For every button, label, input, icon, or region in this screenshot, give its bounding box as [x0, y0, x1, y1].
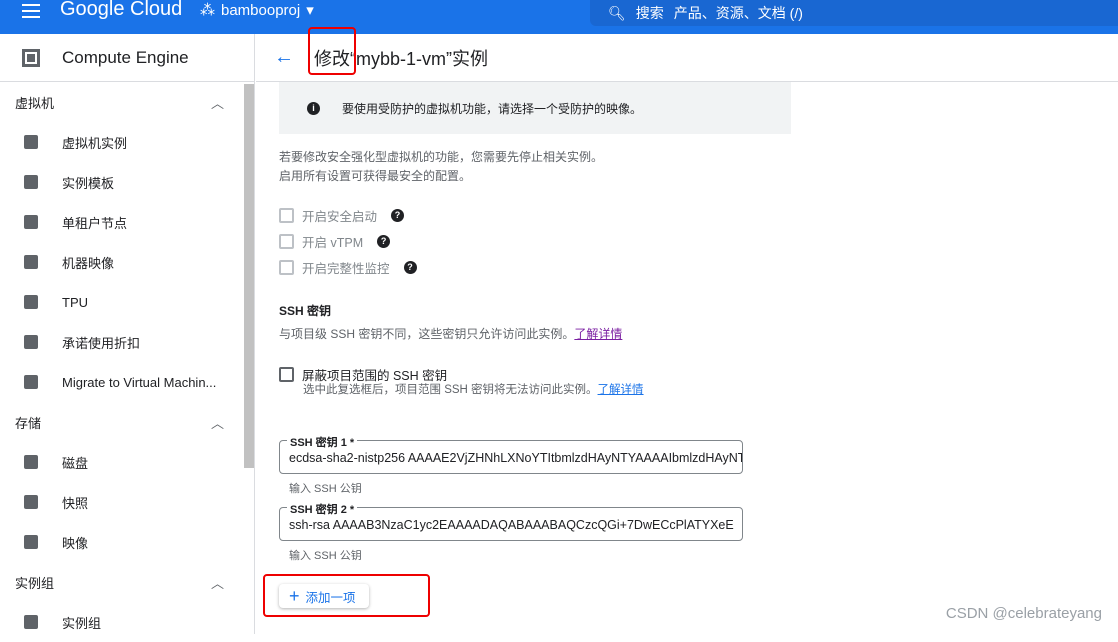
- help-icon[interactable]: ?: [391, 209, 405, 222]
- nav-item-icon: [24, 255, 38, 269]
- sidebar-section[interactable]: 存储 ︿: [0, 402, 254, 442]
- nav-item-icon: [24, 495, 38, 509]
- google-cloud-logo[interactable]: Google Cloud: [60, 0, 182, 21]
- watermark: CSDN @celebrateyang: [945, 605, 1102, 622]
- chevron-up-icon: ︿: [210, 575, 224, 591]
- nav-item-icon: [24, 335, 38, 349]
- nav-item-icon: [24, 615, 38, 629]
- sidebar-item[interactable]: 机器映像: [0, 242, 254, 282]
- nav-item-icon: [24, 375, 38, 389]
- sidebar-item[interactable]: 承诺使用折扣: [0, 322, 254, 362]
- main-content: ← 修改“mybb-1-vm”实例 i 要使用受防护的虚拟机功能，请选择一个受防护的…: [256, 27, 1118, 634]
- project-icon: ⁂: [200, 2, 215, 19]
- help-icon[interactable]: ?: [403, 261, 417, 274]
- shielded-note: 若要修改安全强化型虚拟机的功能，您需要先停止相关实例。: [279, 150, 604, 164]
- nav-item-icon: [24, 295, 38, 309]
- sidebar-item[interactable]: 磁盘: [0, 442, 254, 482]
- add-item-button[interactable]: + 添加一项: [279, 584, 369, 608]
- info-icon: i: [307, 101, 320, 115]
- integrity-checkbox[interactable]: 开启完整性监控?: [279, 258, 417, 277]
- sidebar-scrollbar[interactable]: [244, 84, 254, 468]
- sidebar-section[interactable]: 实例组 ︿: [0, 562, 254, 602]
- sidebar-item[interactable]: TPU: [0, 282, 254, 322]
- back-arrow-icon[interactable]: ←: [274, 46, 294, 69]
- search-input[interactable]: 🔍︎ 搜索 产品、资源、文档 (/): [590, 0, 1118, 26]
- caret-down-icon: ▾: [306, 2, 314, 19]
- nav-item-icon: [24, 135, 38, 149]
- search-icon: 🔍︎: [608, 4, 626, 21]
- sidebar-item[interactable]: Migrate to Virtual Machin...: [0, 362, 254, 402]
- project-selector[interactable]: ⁂ bambooproj ▾: [200, 1, 314, 20]
- sidebar-title: Compute Engine: [62, 47, 189, 67]
- nav-item-icon: [24, 215, 38, 229]
- sidebar-item[interactable]: 映像: [0, 522, 254, 562]
- sidebar: Compute Engine 虚拟机 ︿ 虚拟机实例 实例模板 单租户节点 机器映像 TPU…: [0, 34, 255, 634]
- chevron-up-icon: ︿: [210, 95, 224, 111]
- highlight-box: [308, 27, 356, 75]
- sidebar-section[interactable]: 虚拟机 ︿: [0, 82, 254, 122]
- sidebar-item[interactable]: 虚拟机实例: [0, 122, 254, 162]
- nav-item-icon: [24, 175, 38, 189]
- top-bar: Google Cloud ⁂ bambooproj ▾ 🔍︎ 搜索 产品、资源、文档 (…: [0, 0, 1118, 34]
- learn-more-link[interactable]: 了解详情: [598, 384, 644, 396]
- sidebar-item[interactable]: 单租户节点: [0, 202, 254, 242]
- chevron-up-icon: ︿: [210, 415, 224, 431]
- nav-item-icon: [24, 535, 38, 549]
- vtpm-checkbox[interactable]: 开启 vTPM?: [279, 232, 391, 251]
- menu-icon[interactable]: [22, 4, 40, 18]
- learn-more-link[interactable]: 了解详情: [574, 327, 622, 341]
- help-icon[interactable]: ?: [377, 235, 391, 248]
- ssh-section-title: SSH 密钥: [279, 304, 332, 318]
- compute-engine-icon: [16, 43, 46, 73]
- sidebar-item[interactable]: 快照: [0, 482, 254, 522]
- sidebar-item[interactable]: 实例模板: [0, 162, 254, 202]
- shielded-note: 启用所有设置可获得最安全的配置。: [279, 169, 472, 183]
- nav-item-icon: [24, 455, 38, 469]
- secure-boot-checkbox[interactable]: 开启安全启动?: [279, 206, 405, 225]
- plus-icon: +: [289, 585, 300, 606]
- info-banner: i 要使用受防护的虚拟机功能，请选择一个受防护的映像。: [279, 82, 791, 134]
- sidebar-item[interactable]: 实例组: [0, 602, 254, 642]
